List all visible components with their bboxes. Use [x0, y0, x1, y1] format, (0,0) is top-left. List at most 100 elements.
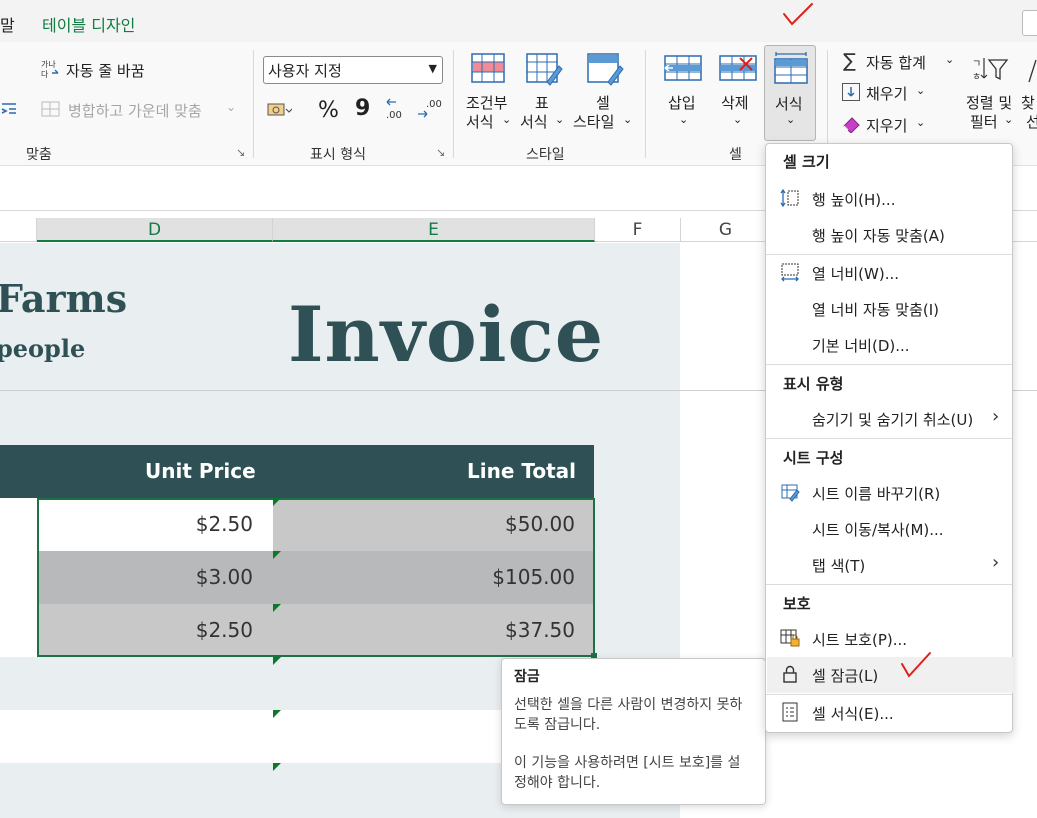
format-button[interactable]: 서식 ⌄ [764, 45, 816, 141]
insert-cells-icon[interactable] [663, 52, 703, 86]
group-label-cells: 셀 [729, 147, 742, 163]
menu-item-lock-cell-highlight[interactable] [767, 657, 1013, 693]
menu-item-autofit-column[interactable]: 열 너비 자동 맞춤(I) [812, 299, 939, 320]
error-indicator-icon[interactable] [273, 551, 281, 559]
sort-filter-icon[interactable]: ㄱㅎ [970, 55, 1010, 85]
share-button-partial[interactable] [1022, 10, 1037, 36]
clear-button[interactable]: 지우기 [866, 115, 907, 136]
group-divider [253, 50, 254, 158]
menu-separator [766, 364, 1012, 365]
tab-partial[interactable]: 말 [0, 12, 15, 36]
menu-section-organize: 시트 구성 [783, 449, 844, 467]
decrease-decimal-icon[interactable]: .00 [416, 96, 442, 122]
find-icon[interactable] [1026, 58, 1037, 84]
chevron-down-icon: ⌄ [945, 53, 955, 66]
indent-icon[interactable] [0, 100, 18, 118]
wrap-text-button[interactable]: 자동 줄 바꿈 [66, 60, 145, 81]
rename-sheet-icon [781, 484, 800, 502]
group-divider [827, 50, 828, 158]
find-select-label[interactable]: 찾 [1021, 92, 1035, 113]
menu-item-move-copy[interactable]: 시트 이동/복사(M)... [812, 519, 944, 540]
row-height-icon [780, 188, 799, 208]
invoice-title: Invoice [288, 290, 605, 379]
percent-style-button[interactable]: % [318, 98, 339, 123]
menu-item-hide-unhide[interactable]: 숨기기 및 숨기기 취소(U) [812, 409, 973, 430]
chevron-down-icon: ▼ [428, 62, 437, 75]
insert-button[interactable]: 삽입 [668, 92, 696, 113]
protect-sheet-icon [780, 629, 800, 647]
sort-filter-label-2[interactable]: 필터 [970, 111, 998, 132]
error-indicator-icon[interactable] [273, 604, 281, 612]
menu-section-protection: 보호 [783, 595, 811, 613]
annotation-checkmark [901, 652, 931, 678]
menu-item-column-width[interactable]: 열 너비(W)... [812, 263, 899, 284]
error-indicator-icon[interactable] [273, 763, 281, 771]
menu-item-autofit-row[interactable]: 행 높이 자동 맞춤(A) [812, 225, 945, 246]
svg-text:ㄱ: ㄱ [972, 59, 981, 70]
merge-center-icon [40, 99, 62, 119]
merge-dropdown-icon[interactable]: ⌄ [226, 100, 236, 114]
accounting-format-icon[interactable] [266, 100, 293, 120]
cell-partial[interactable] [0, 604, 37, 657]
cell-styles-icon[interactable] [586, 52, 624, 88]
chevron-down-icon: ⌄ [916, 116, 926, 129]
menu-item-rename-sheet[interactable]: 시트 이름 바꾸기(R) [812, 483, 940, 504]
menu-item-protect-sheet[interactable]: 시트 보호(P)... [812, 629, 907, 650]
menu-item-format-cells[interactable]: 셀 서식(E)... [812, 703, 894, 724]
column-header-partial[interactable] [0, 218, 37, 242]
group-label-styles: 스타일 [526, 147, 565, 163]
error-indicator-icon[interactable] [273, 498, 281, 506]
svg-text:다: 다 [41, 70, 49, 79]
svg-text:.00: .00 [386, 110, 402, 121]
tooltip-description: 선택한 셀을 다른 사람이 변경하지 못하도록 잠급니다. [514, 697, 743, 733]
header-line-total[interactable]: Line Total [467, 459, 576, 483]
number-format-select[interactable]: 사용자 지정 ▼ [263, 56, 443, 84]
sort-filter-label[interactable]: 정렬 및 [966, 92, 1012, 113]
merge-center-button[interactable]: 병합하고 가운데 맞춤 [68, 100, 202, 121]
cell-styles-label-2[interactable]: 스타일 [573, 111, 614, 132]
column-header-f[interactable]: F [595, 218, 681, 242]
chevron-down-icon: ⌄ [502, 113, 512, 126]
menu-item-default-width[interactable]: 기본 너비(D)... [812, 335, 910, 356]
delete-button[interactable]: 삭제 [721, 92, 749, 113]
alignment-launcher-icon[interactable]: ↘ [236, 146, 245, 159]
conditional-formatting-icon[interactable] [470, 52, 506, 86]
number-format-value: 사용자 지정 [268, 62, 342, 80]
number-launcher-icon[interactable]: ↘ [436, 146, 445, 159]
menu-item-tab-color[interactable]: 탭 색(T) [812, 555, 865, 576]
column-header-e[interactable]: E [273, 218, 595, 242]
svg-text:.00: .00 [426, 99, 442, 110]
column-header-d[interactable]: D [37, 218, 273, 242]
autosum-button[interactable]: 자동 합계 [866, 52, 926, 73]
menu-item-lock-cell[interactable]: 셀 잠금(L) [812, 665, 878, 686]
conditional-formatting-label[interactable]: 조건부 [466, 92, 507, 113]
header-unit-price[interactable]: Unit Price [145, 459, 256, 483]
comma-style-button[interactable]: 9 [355, 96, 370, 121]
find-select-label-2[interactable]: 선 [1026, 111, 1037, 132]
cell-styles-label[interactable]: 셀 [596, 92, 610, 113]
format-dropdown-menu: 셀 크기 행 높이(H)... 행 높이 자동 맞춤(A) 열 너비(W)...… [765, 143, 1013, 733]
menu-separator [766, 584, 1012, 585]
clear-eraser-icon [842, 115, 862, 134]
fill-button[interactable]: 채우기 [866, 83, 907, 104]
cell-partial[interactable] [0, 498, 37, 551]
group-divider [453, 50, 454, 158]
tab-table-design[interactable]: 테이블 디자인 [42, 12, 135, 36]
group-divider [645, 50, 646, 158]
error-indicator-icon[interactable] [273, 657, 281, 665]
delete-cells-icon[interactable] [718, 52, 758, 86]
format-as-table-icon[interactable] [525, 52, 563, 88]
group-label-alignment: 맞춤 [26, 147, 52, 163]
chevron-down-icon: ⌄ [555, 113, 565, 126]
menu-item-row-height[interactable]: 행 높이(H)... [812, 189, 895, 210]
format-as-table-label-2[interactable]: 서식 [520, 111, 548, 132]
conditional-formatting-label-2[interactable]: 서식 [466, 111, 494, 132]
cell-partial[interactable] [0, 551, 37, 604]
chevron-down-icon: ⌄ [786, 113, 796, 126]
increase-decimal-icon[interactable]: .00 [384, 96, 410, 122]
error-indicator-icon[interactable] [273, 710, 281, 718]
column-header-g[interactable]: G [681, 218, 771, 242]
format-as-table-label[interactable]: 표 [535, 92, 549, 113]
chevron-down-icon: ⌄ [916, 84, 926, 97]
brand-tagline: people [0, 334, 86, 363]
